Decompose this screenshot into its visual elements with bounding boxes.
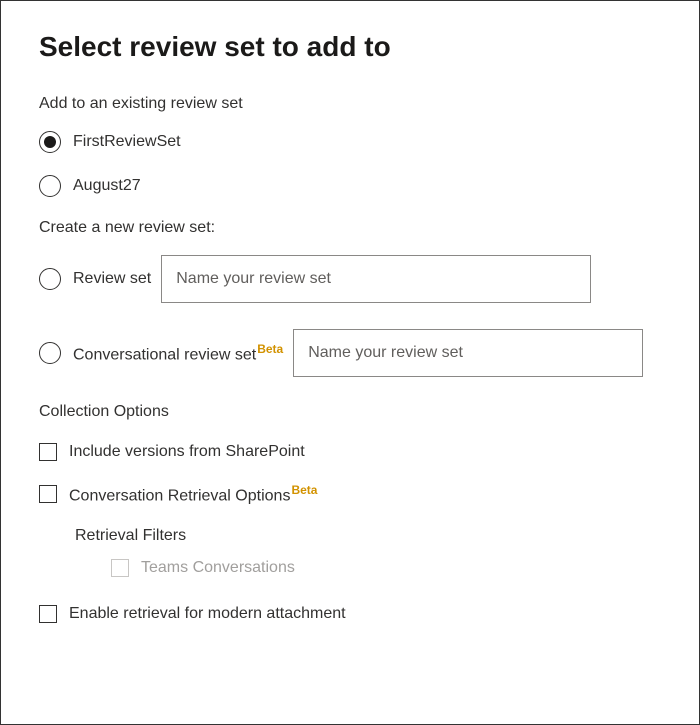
radio-label-conversational-review-set: Conversational review setBeta	[73, 342, 283, 364]
checkbox-conversation-retrieval[interactable]	[39, 485, 57, 503]
beta-badge: Beta	[257, 342, 283, 356]
checkbox-label-include-versions: Include versions from SharePoint	[69, 443, 305, 461]
radio-august27[interactable]	[39, 175, 61, 197]
create-set-label: Create a new review set:	[39, 219, 661, 237]
checkbox-label-enable-modern-attachment: Enable retrieval for modern attachment	[69, 605, 346, 623]
radio-label-first-review-set: FirstReviewSet	[73, 133, 181, 151]
retrieval-filters-label: Retrieval Filters	[75, 527, 661, 545]
beta-badge: Beta	[291, 483, 317, 497]
checkbox-teams-conversations	[111, 559, 129, 577]
collection-options-label: Collection Options	[39, 403, 661, 421]
radio-first-review-set[interactable]	[39, 131, 61, 153]
radio-label-review-set: Review set	[73, 270, 151, 288]
checkbox-label-teams-conversations: Teams Conversations	[141, 559, 295, 577]
checkbox-enable-modern-attachment[interactable]	[39, 605, 57, 623]
radio-label-august27: August27	[73, 177, 141, 195]
checkbox-label-conversation-retrieval: Conversation Retrieval OptionsBeta	[69, 483, 317, 505]
conversational-review-set-name-input[interactable]	[293, 329, 643, 377]
page-title: Select review set to add to	[39, 31, 661, 63]
existing-set-label: Add to an existing review set	[39, 95, 661, 113]
radio-conversational-review-set[interactable]	[39, 342, 61, 364]
checkbox-include-versions[interactable]	[39, 443, 57, 461]
review-set-name-input[interactable]	[161, 255, 591, 303]
radio-review-set[interactable]	[39, 268, 61, 290]
